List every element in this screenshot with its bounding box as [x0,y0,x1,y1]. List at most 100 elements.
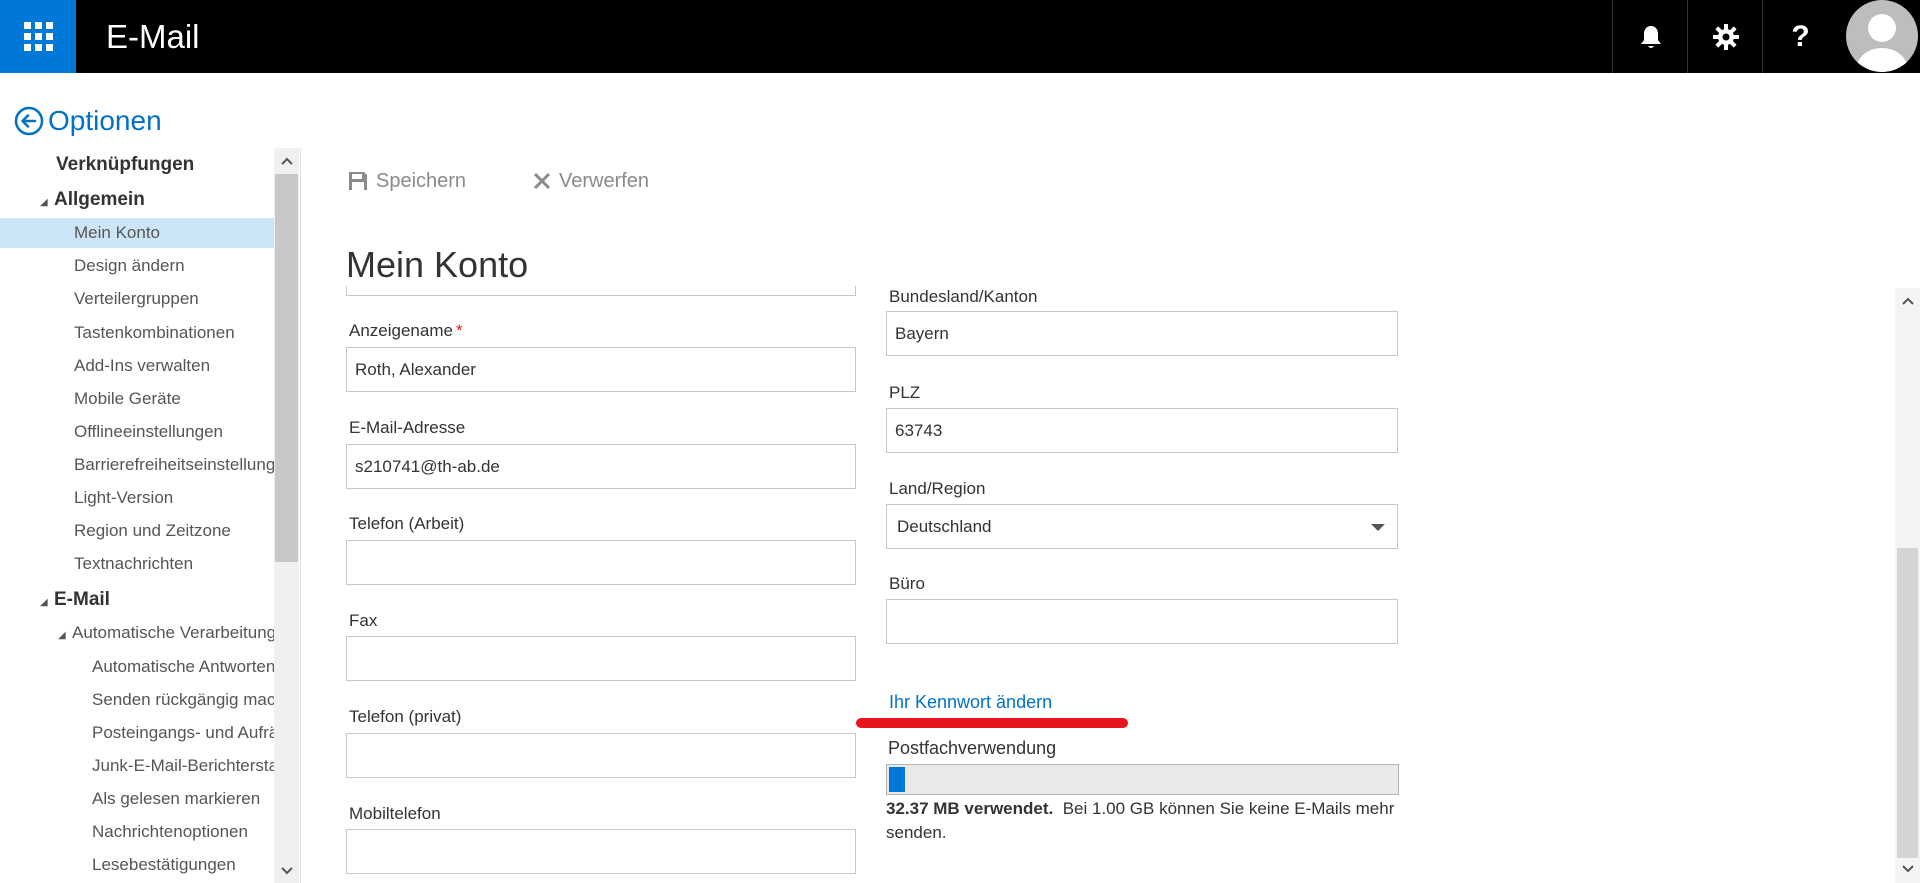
fax-field[interactable] [346,636,856,681]
page-scroll-up-button[interactable] [1895,290,1920,312]
nav-item-label: Barrierefreiheitseinstellungen [74,455,276,474]
nav-scroll-down-button[interactable] [274,860,299,882]
options-title: Optionen [48,105,162,136]
help-icon: ? [1791,19,1810,53]
help-button[interactable]: ? [1762,0,1838,73]
nav-item-change-theme[interactable]: Design ändern [0,251,276,281]
mailbox-usage-text: 32.37 MB verwendet. Bei 1.00 GB können S… [886,797,1406,845]
nav-item-label: Mein Konto [74,223,160,242]
nav-item-text-messages[interactable]: Textnachrichten [0,549,276,579]
page-scroll-down-button[interactable] [1895,858,1920,880]
nav-item-offline-settings[interactable]: Offlineeinstellungen [0,417,276,447]
chevron-down-icon [1901,865,1914,873]
save-icon [349,172,367,190]
nav-item-message-options[interactable]: Nachrichtenoptionen [0,817,276,847]
country-label: Land/Region [889,479,986,498]
chevron-up-icon [280,157,293,165]
nav-item-label: Offlineeinstellungen [74,422,224,441]
mailbox-usage-fill [889,767,905,792]
nav-scrollbar[interactable] [274,148,299,883]
nav-item-junk-reporting[interactable]: Junk-E-Mail-Berichterstattung [0,751,276,781]
nav-item-label: Verknüpfungen [56,154,195,175]
discard-label: Verwerfen [559,169,650,192]
chevron-down-icon [1371,524,1385,531]
nav-item-label: E-Mail [54,589,110,610]
nav-scroll-thumb[interactable] [275,174,298,562]
nav-item-shortcuts[interactable]: Verknüpfungen [0,150,276,180]
country-select[interactable]: Deutschland [886,504,1398,549]
app-launcher-button[interactable] [0,0,76,73]
phone-work-label: Telefon (Arbeit) [349,514,465,533]
nav-item-region-timezone[interactable]: Region und Zeitzone [0,516,276,546]
nav-item-label: Design ändern [74,256,185,275]
nav-item-inbox-rules[interactable]: Posteingangs- und Aufräumregeln [0,718,276,748]
nav-item-accessibility[interactable]: Barrierefreiheitseinstellungen [0,450,276,480]
back-arrow-circle-icon [14,106,44,136]
office-field[interactable] [886,599,1398,644]
close-icon [533,172,551,190]
bell-icon [1640,25,1661,48]
nav-item-label: Tastenkombinationen [74,323,235,342]
page-title: Mein Konto [346,244,529,286]
nav-group-mail[interactable]: ◢ E-Mail [0,585,276,615]
nav-item-mobile-devices[interactable]: Mobile Geräte [0,384,276,414]
options-nav: Verknüpfungen ◢ Allgemein Mein Konto Desi… [0,148,276,883]
nav-item-automatic-replies[interactable]: Automatische Antworten [0,652,276,682]
display-name-field[interactable] [346,347,856,392]
expanded-triangle-icon: ◢ [40,597,48,608]
phone-private-label: Telefon (privat) [349,707,462,726]
nav-item-label: Lesebestätigungen [92,855,236,874]
nav-item-undo-send[interactable]: Senden rückgängig machen [0,685,276,715]
nav-group-general[interactable]: ◢ Allgemein [0,185,276,215]
app-launcher-icon [23,22,53,51]
nav-item-label: Add-Ins verwalten [74,356,211,375]
email-field[interactable] [346,444,856,489]
nav-item-label: Posteingangs- und Aufräumregeln [92,723,276,742]
required-mark: * [455,321,463,340]
top-bar: E-Mail ? [0,0,1920,73]
page-scroll-thumb[interactable] [1897,548,1918,858]
expanded-triangle-icon: ◢ [40,197,48,208]
mobile-field[interactable] [346,829,856,874]
nav-item-label: Automatische Verarbeitung [72,623,276,642]
nav-scroll-up-button[interactable] [274,150,299,172]
state-label: Bundesland/Kanton [889,287,1038,306]
nav-item-label: Automatische Antworten [92,657,276,676]
nav-group-automatic-processing[interactable]: ◢ Automatische Verarbeitung [0,618,276,648]
avatar-icon [1845,0,1918,72]
mobile-label: Mobiltelefon [349,804,441,823]
fax-label: Fax [349,611,378,630]
discard-button[interactable]: Verwerfen [533,168,649,194]
phone-private-field[interactable] [346,733,856,778]
state-field[interactable] [886,311,1398,356]
nav-item-distribution-groups[interactable]: Verteilergruppen [0,284,276,314]
phone-work-field[interactable] [346,540,856,585]
nav-item-manage-addins[interactable]: Add-Ins verwalten [0,351,276,381]
nav-item-label: Light-Version [74,488,174,507]
nav-item-keyboard-shortcuts[interactable]: Tastenkombinationen [0,318,276,348]
email-label: E-Mail-Adresse [349,418,466,437]
nav-item-my-account[interactable]: Mein Konto [0,218,276,248]
avatar[interactable] [1843,0,1920,73]
nav-item-label: Verteilergruppen [74,289,199,308]
nav-item-label: Allgemein [54,189,145,210]
nav-item-label: Region und Zeitzone [74,521,231,540]
page-scrollbar[interactable] [1895,288,1920,883]
save-label: Speichern [376,169,467,192]
nav-item-light-version[interactable]: Light-Version [0,483,276,513]
change-password-link[interactable]: Ihr Kennwort ändern [889,692,1052,713]
nav-item-read-receipts[interactable]: Lesebestätigungen [0,850,276,880]
nav-item-mark-as-read[interactable]: Als gelesen markieren [0,784,276,814]
chevron-up-icon [1901,297,1914,305]
zip-field[interactable] [886,408,1398,453]
notifications-button[interactable] [1612,0,1688,73]
nav-item-label: Junk-E-Mail-Berichterstattung [92,756,276,775]
expanded-triangle-icon: ◢ [58,630,66,641]
options-back-button[interactable]: Optionen [14,102,162,140]
save-button[interactable]: Speichern [348,168,466,194]
nav-item-label: Als gelesen markieren [92,789,261,808]
partially-visible-field[interactable] [346,286,856,296]
office-label: Büro [889,574,925,593]
red-underline-annotation [856,718,1128,728]
settings-button[interactable] [1687,0,1763,73]
